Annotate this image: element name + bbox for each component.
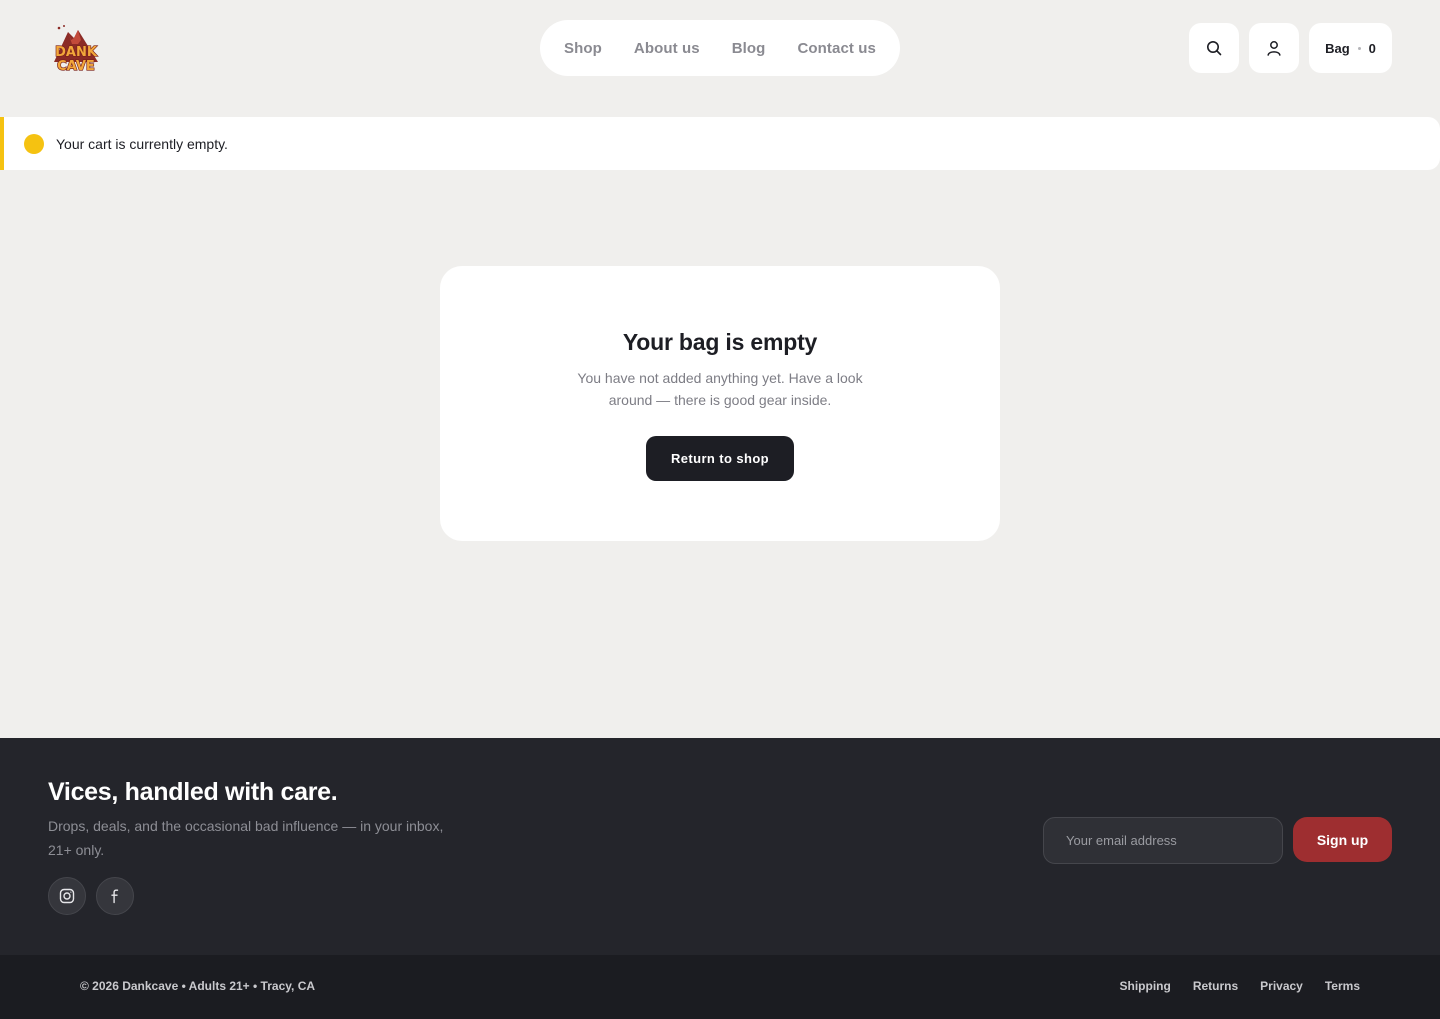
search-icon [1207, 41, 1222, 56]
nav-link-contact[interactable]: Contact us [797, 40, 876, 57]
return-to-shop-button[interactable]: Return to shop [646, 436, 794, 481]
facebook-icon [111, 889, 119, 904]
legal-link-privacy[interactable]: Privacy [1260, 979, 1303, 993]
nav-link-about[interactable]: About us [634, 40, 700, 57]
empty-bag-title: Your bag is empty [622, 329, 818, 355]
logo-word-2: CAVE [57, 59, 95, 74]
search-button[interactable] [1189, 23, 1239, 73]
instagram-link[interactable] [48, 877, 86, 915]
instagram-icon [59, 888, 75, 904]
bag-button[interactable]: Bag 0 [1309, 23, 1392, 73]
legal-link-returns[interactable]: Returns [1193, 979, 1238, 993]
empty-bag-card: Your bag is empty You have not added any… [440, 266, 1000, 541]
logo-word-1: DANK [55, 45, 98, 60]
legal-links: Shipping Returns Privacy Terms [1119, 979, 1360, 993]
main-nav: Shop About us Blog Contact us [540, 20, 900, 76]
dankcave-logo[interactable]: DANK CAVE [48, 22, 104, 75]
bag-label: Bag [1325, 40, 1350, 56]
footer-subtext: Drops, deals, and the occasional bad inf… [48, 818, 444, 858]
nav-link-shop[interactable]: Shop [564, 40, 602, 57]
notice-indicator-icon [24, 133, 44, 154]
empty-bag-description: You have not added anything yet. Have a … [577, 370, 863, 408]
notice-text: Your cart is currently empty. [56, 135, 228, 152]
cart-notice: Your cart is currently empty. [0, 117, 1440, 170]
copyright-text: © 2026 Dankcave • Adults 21+ • Tracy, CA [80, 979, 316, 993]
footer-bottom-bar: © 2026 Dankcave • Adults 21+ • Tracy, CA… [0, 955, 1440, 1019]
bag-separator-dot [1357, 46, 1361, 50]
legal-link-shipping[interactable]: Shipping [1119, 979, 1170, 993]
legal-link-terms[interactable]: Terms [1325, 979, 1360, 993]
site-footer: Vices, handled with care. Drops, deals, … [0, 738, 1440, 955]
sign-up-button[interactable]: Sign up [1293, 817, 1392, 862]
site-header: DANK CAVE Shop About us Blog Contact us … [0, 0, 1440, 96]
nav-link-blog[interactable]: Blog [732, 40, 766, 57]
user-icon [1267, 41, 1281, 56]
bag-count: 0 [1368, 40, 1376, 56]
facebook-link[interactable] [96, 877, 134, 915]
email-input[interactable] [1043, 817, 1283, 864]
footer-heading: Vices, handled with care. [48, 778, 338, 806]
account-button[interactable] [1249, 23, 1299, 73]
